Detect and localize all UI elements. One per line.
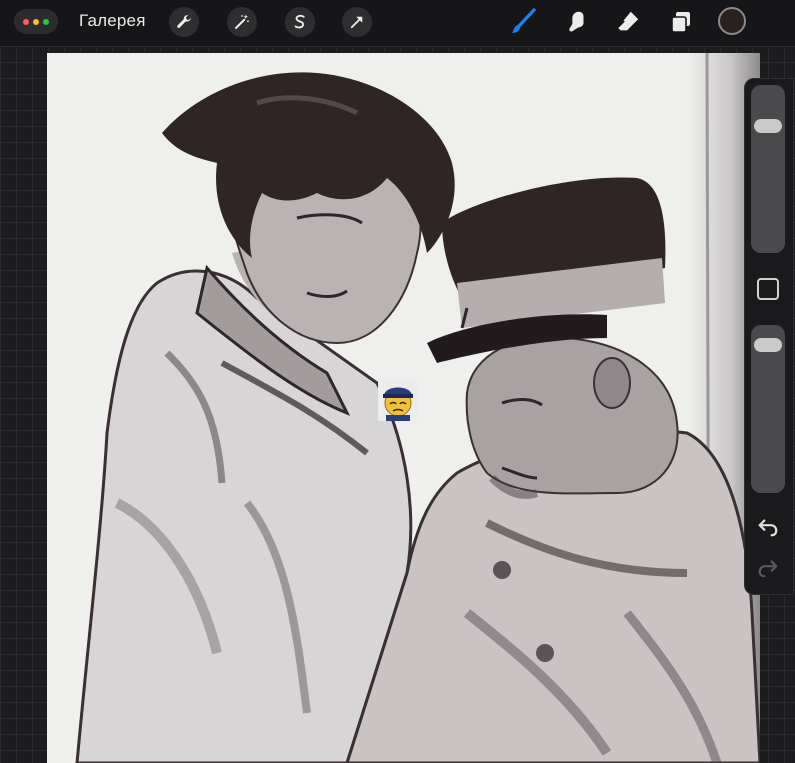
wrench-icon bbox=[177, 15, 191, 28]
dot-green bbox=[43, 18, 49, 25]
layers-icon bbox=[671, 12, 690, 33]
eraser-tool-button[interactable] bbox=[613, 6, 643, 38]
right-sidebar bbox=[744, 78, 794, 595]
redo-icon[interactable] bbox=[757, 557, 779, 579]
selection-button[interactable] bbox=[285, 7, 315, 37]
brush-size-slider[interactable] bbox=[751, 85, 785, 253]
top-toolbar: Галерея bbox=[0, 0, 795, 46]
brush-tool-button[interactable] bbox=[508, 6, 538, 38]
dot-yellow bbox=[33, 18, 39, 25]
brush-icon bbox=[512, 8, 536, 33]
smudge-tool-button[interactable] bbox=[562, 6, 592, 38]
transform-button[interactable] bbox=[342, 7, 372, 37]
opacity-thumb[interactable] bbox=[754, 338, 782, 353]
smudge-icon bbox=[569, 11, 584, 32]
soldier-emoji-icon bbox=[378, 379, 418, 421]
opacity-slider[interactable] bbox=[751, 325, 785, 493]
drawing-canvas[interactable] bbox=[47, 53, 760, 763]
undo-icon[interactable] bbox=[757, 516, 779, 538]
dot-red bbox=[23, 18, 29, 25]
layers-button[interactable] bbox=[666, 6, 696, 38]
emoji-sticker bbox=[378, 379, 418, 421]
adjustments-button[interactable] bbox=[227, 7, 257, 37]
magic-wand-icon bbox=[235, 14, 249, 29]
eraser-icon bbox=[617, 11, 639, 31]
more-menu-button[interactable] bbox=[14, 9, 58, 34]
gallery-button[interactable]: Галерея bbox=[79, 11, 146, 31]
selection-icon bbox=[294, 14, 305, 29]
transform-arrow-icon bbox=[350, 16, 363, 29]
actions-button[interactable] bbox=[169, 7, 199, 37]
brush-size-thumb[interactable] bbox=[754, 119, 782, 134]
color-picker-button[interactable] bbox=[718, 7, 746, 35]
modify-button[interactable] bbox=[757, 278, 779, 300]
